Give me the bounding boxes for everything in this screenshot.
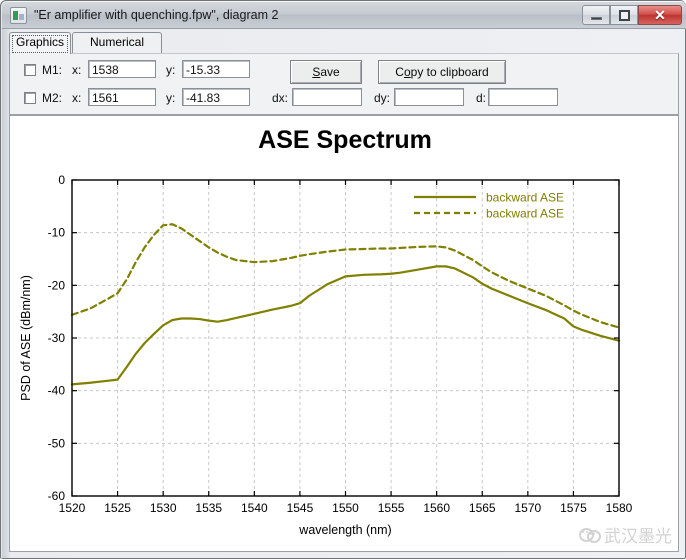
copy-to-clipboard-button[interactable]: Copy to clipboard — [378, 60, 506, 84]
save-button[interactable]: Save — [290, 60, 362, 84]
svg-text:1550: 1550 — [332, 501, 359, 515]
tab-numerical-data[interactable]: Numerical data — [72, 32, 162, 68]
delta-y-label: dy: — [374, 91, 391, 105]
svg-text:-40: -40 — [48, 384, 66, 398]
svg-text:1525: 1525 — [104, 501, 131, 515]
tab-strip: Graphics Numerical data — [9, 32, 679, 68]
delta-distance-input[interactable] — [488, 88, 558, 106]
svg-text:0: 0 — [58, 173, 65, 187]
legend-label: backward ASE — [486, 191, 564, 205]
maximize-restore-button[interactable] — [610, 5, 638, 25]
marker-m2-x-label: x: — [72, 91, 82, 105]
svg-text:1530: 1530 — [150, 501, 177, 515]
svg-text:1535: 1535 — [195, 501, 222, 515]
marker-m1-x-label: x: — [72, 63, 82, 77]
marker-m1-x-input[interactable]: 1538 — [88, 60, 156, 78]
focus-ring — [12, 35, 68, 53]
legend-label: backward ASE — [486, 207, 564, 221]
svg-text:1540: 1540 — [241, 501, 268, 515]
close-button[interactable]: ✕ — [638, 5, 682, 25]
svg-text:1575: 1575 — [560, 501, 587, 515]
tab-graphics[interactable]: Graphics — [9, 32, 71, 54]
close-icon: ✕ — [654, 7, 666, 23]
marker-m2-x-input[interactable]: 1561 — [88, 88, 156, 106]
svg-text:-60: -60 — [48, 489, 66, 503]
svg-text:1565: 1565 — [469, 501, 496, 515]
delta-distance-label: d: — [476, 91, 487, 105]
maximize-icon — [619, 10, 630, 21]
marker-m1-y-label: y: — [166, 63, 176, 77]
svg-text:1545: 1545 — [287, 501, 314, 515]
chart-panel: ASE Spectrum 1520 1525 1530 1535 1540 1545 155… — [9, 115, 679, 552]
save-button-label: Save — [312, 65, 340, 79]
y-axis-label: PSD of ASE (dBm/nm) — [19, 275, 33, 401]
watermark-text: 武汉墨光 — [604, 526, 672, 547]
window-title: "Er amplifier with quenching.fpw", diagr… — [34, 8, 279, 22]
svg-text:1555: 1555 — [378, 501, 405, 515]
copy-to-clipboard-button-label: Copy to clipboard — [395, 65, 489, 79]
minimize-icon — [591, 17, 602, 20]
title-bar: "Er amplifier with quenching.fpw", diagr… — [2, 2, 686, 29]
svg-text:-30: -30 — [48, 331, 66, 345]
marker-m1-label: M1: — [42, 63, 63, 77]
svg-text:1580: 1580 — [606, 501, 633, 515]
wechat-smiley-logo — [579, 526, 601, 543]
ase-spectrum-plot[interactable]: 1520 1525 1530 1535 1540 1545 1550 1555 1560 1565… — [10, 116, 680, 553]
minimize-button[interactable] — [582, 5, 610, 25]
marker-m1-checkbox[interactable] — [24, 64, 36, 76]
svg-text:-20: -20 — [48, 278, 66, 292]
application-window: "Er amplifier with quenching.fpw", diagr… — [0, 0, 686, 560]
svg-text:1570: 1570 — [514, 501, 541, 515]
marker-m2-checkbox[interactable] — [24, 92, 36, 104]
delta-x-label: dx: — [272, 91, 289, 105]
svg-text:1520: 1520 — [59, 501, 86, 515]
watermark: 武汉墨光 — [579, 519, 672, 549]
marker-m2-y-input[interactable]: -41.83 — [182, 88, 250, 106]
svg-text:-10: -10 — [48, 226, 66, 240]
delta-y-input[interactable] — [394, 88, 464, 106]
svg-text:-50: -50 — [48, 436, 66, 450]
marker-m1-y-input[interactable]: -15.33 — [182, 60, 250, 78]
marker-control-panel: M1: x: 1538 y: -15.33 M2: x: 1561 y: -41… — [9, 53, 679, 115]
svg-text:1560: 1560 — [423, 501, 450, 515]
x-axis-label: wavelength (nm) — [298, 523, 391, 537]
delta-x-input[interactable] — [292, 88, 362, 106]
marker-m2-label: M2: — [42, 91, 63, 105]
marker-m2-y-label: y: — [166, 91, 176, 105]
document-diagram-icon — [10, 7, 27, 24]
